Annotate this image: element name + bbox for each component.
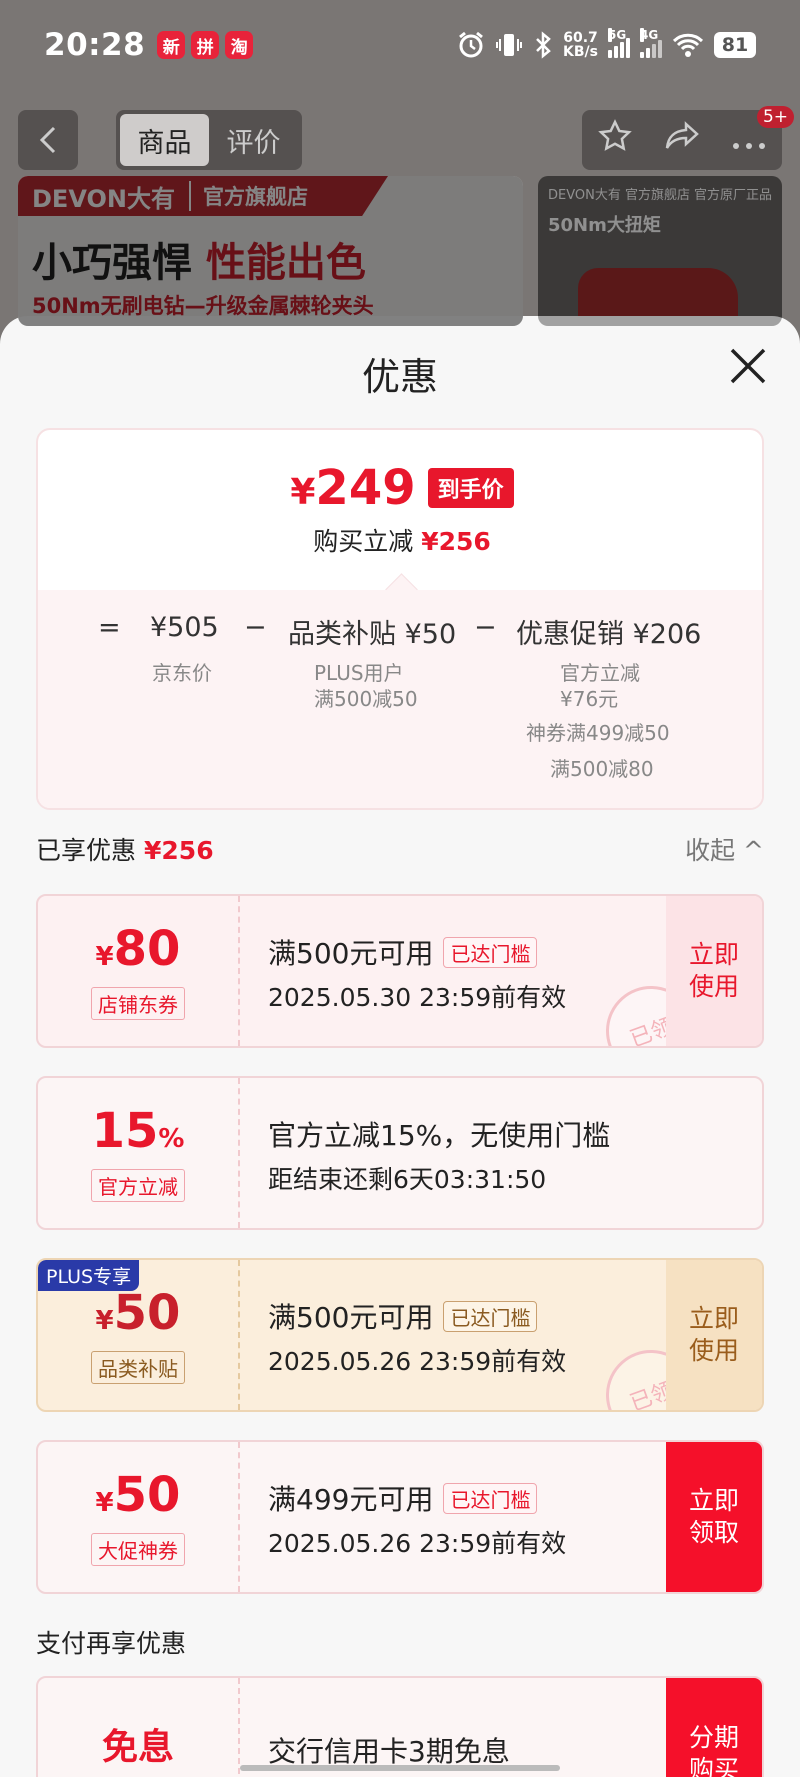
payment-offer-card: 免息 信用卡分期 交行信用卡3期免息 分期购买: [36, 1676, 764, 1777]
more-icon[interactable]: [732, 123, 766, 158]
product-banner: DEVON大有 官方旗舰店 小巧强悍 性能出色 50Nm无刷电钻—升级金属棘轮夹…: [18, 176, 523, 326]
payment-section-title: 支付再享优惠: [36, 1629, 187, 1658]
notification-app-icons: 新 拼 淘: [157, 31, 254, 59]
close-button[interactable]: [728, 346, 768, 386]
share-icon[interactable]: [664, 121, 700, 159]
app-notification-icon: 拼: [191, 31, 220, 59]
app-notification-icon: 淘: [225, 31, 254, 59]
network-speed: 60.7 KB/s: [563, 30, 598, 60]
sheet-title: 优惠: [361, 355, 438, 399]
enjoyed-amount: ¥256: [144, 836, 214, 865]
claim-now-button[interactable]: 立即领取: [666, 1442, 762, 1592]
formula-minus: −: [244, 612, 267, 643]
coupon-expiry: 2025.05.30 23:59前有效: [268, 983, 567, 1012]
plus-rule-label: 满500减50: [314, 687, 418, 711]
bluetooth-icon: [533, 31, 553, 59]
coupon-countdown: 距结束还剩6天03:31:50: [268, 1165, 547, 1194]
signal-5g-icon: 5G: [608, 28, 630, 58]
coupon-card: ¥50 品类补贴 PLUS专享 满500元可用 已达门槛 2025.05.26 2…: [36, 1258, 764, 1412]
favorite-star-icon[interactable]: [598, 119, 632, 161]
coupon-condition: 官方立减15%，无使用门槛: [268, 1119, 611, 1152]
product-tabs: 商品 评价: [116, 110, 302, 170]
message-count-badge: 5+: [756, 106, 794, 128]
status-indicators: 60.7 KB/s 5G 4G 81: [457, 28, 756, 60]
app-notification-icon: 新: [157, 31, 186, 59]
formula-minus: −: [474, 612, 497, 643]
price-breakdown: ¥249 到手价 购买立减 ¥256 = ¥505 − 品类补贴 ¥50 − 优…: [36, 428, 764, 810]
plus-user-label: PLUS用户: [314, 661, 404, 685]
jd-price: ¥505: [150, 612, 219, 643]
installment-label: 免息: [101, 1727, 174, 1768]
use-now-button[interactable]: 立即使用: [666, 1260, 762, 1410]
shen-coupon-label: 神券满499减50: [526, 721, 670, 745]
formula-equals: =: [98, 612, 121, 643]
close-icon: [730, 348, 766, 384]
vibrate-icon: [495, 31, 523, 59]
battery-level: 81: [714, 32, 756, 58]
threshold-reached-badge: 已达门槛: [443, 1482, 538, 1514]
action-buttons: 5+: [582, 106, 794, 170]
save-line: 购买立减 ¥256: [313, 527, 491, 556]
official-cut-label: 官方立减: [560, 661, 640, 685]
promo-discount: 优惠促销 ¥206: [516, 619, 702, 650]
discount-sheet: 优惠 ¥249 到手价 购买立减 ¥256 = ¥505 − 品类补贴 ¥50 …: [0, 316, 800, 1777]
plus-exclusive-tag: PLUS专享: [38, 1260, 140, 1291]
status-bar: 20:28 新 拼 淘 60.7 KB/s 5G 4G 81: [0, 0, 800, 90]
jd-price-label: 京东价: [152, 661, 212, 685]
installment-buy-button[interactable]: 分期购买: [666, 1678, 762, 1777]
coupon-card: ¥50 大促神券 满499元可用 已达门槛 2025.05.26 23:59前有效…: [36, 1440, 764, 1594]
chevron-left-icon: [39, 126, 56, 154]
wifi-icon: [672, 32, 704, 58]
alarm-icon: [457, 31, 485, 59]
product-thumbnail[interactable]: DEVON大有 官方旗舰店 官方原厂正品 50Nm大扭矩: [538, 176, 782, 326]
coupon-type: 官方立减: [91, 1168, 185, 1202]
coupon-type: 品类补贴: [91, 1350, 185, 1384]
coupon-type: 店铺东券: [91, 986, 185, 1020]
use-now-button[interactable]: 立即使用: [666, 896, 762, 1046]
back-button[interactable]: [18, 110, 78, 170]
full-cut-label: 满500减80: [550, 757, 654, 781]
signal-4g-icon: 4G: [640, 28, 662, 58]
official-cut-amount: ¥76元: [560, 687, 619, 711]
coupon-expiry: 2025.05.26 23:59前有效: [268, 1347, 567, 1376]
coupon-amount: ¥50: [95, 1284, 181, 1341]
payment-condition: 交行信用卡3期免息: [268, 1735, 510, 1768]
category-subsidy: 品类补贴 ¥50: [288, 619, 457, 650]
home-indicator[interactable]: [240, 1765, 560, 1771]
tab-goods[interactable]: 商品: [120, 114, 209, 166]
coupon-expiry: 2025.05.26 23:59前有效: [268, 1529, 567, 1558]
coupon-condition: 满500元可用: [268, 1301, 434, 1334]
coupon-card: 15% 官方立减 官方立减15%，无使用门槛 距结束还剩6天03:31:50: [36, 1076, 764, 1230]
product-nav-bar: 商品 评价 5+: [18, 106, 794, 170]
coupon-condition: 满499元可用: [268, 1483, 434, 1516]
threshold-reached-badge: 已达门槛: [443, 1300, 538, 1332]
final-price-value: 249: [315, 460, 416, 516]
coupon-type: 大促神券: [91, 1532, 185, 1566]
coupon-card: ¥80 店铺东券 满500元可用 已达门槛 2025.05.30 23:59前有效…: [36, 894, 764, 1048]
coupon-condition: 满500元可用: [268, 937, 434, 970]
tab-reviews[interactable]: 评价: [209, 114, 298, 166]
final-price: ¥249 到手价: [38, 460, 762, 516]
coupon-amount: ¥80: [95, 920, 181, 977]
clock: 20:28: [44, 27, 146, 63]
threshold-reached-badge: 已达门槛: [443, 936, 538, 968]
final-price-tag: 到手价: [427, 468, 514, 508]
collapse-button[interactable]: 收起 ^: [685, 831, 764, 867]
coupon-amount: 15%: [91, 1102, 185, 1159]
coupon-amount: ¥50: [95, 1466, 181, 1523]
enjoyed-discount-row: 已享优惠 ¥256 收起 ^: [36, 831, 764, 871]
